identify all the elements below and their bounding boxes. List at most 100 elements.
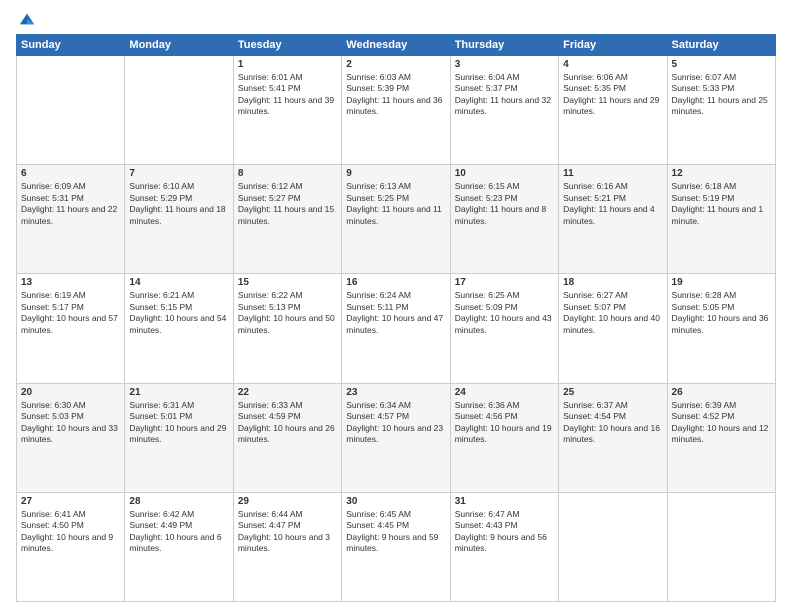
calendar-cell: 26 Sunrise: 6:39 AMSunset: 4:52 PMDayligh… — [667, 383, 775, 492]
calendar-cell: 21 Sunrise: 6:31 AMSunset: 5:01 PMDayligh… — [125, 383, 233, 492]
calendar-cell: 22 Sunrise: 6:33 AMSunset: 4:59 PMDayligh… — [233, 383, 341, 492]
calendar-cell: 4Sunrise: 6:06 AMSunset: 5:35 PMDaylight… — [559, 56, 667, 165]
day-info: Sunrise: 6:47 AMSunset: 4:43 PMDaylight:… — [455, 509, 554, 555]
weekday-header-saturday: Saturday — [667, 35, 775, 56]
day-number: 15 — [238, 277, 337, 288]
weekday-header-thursday: Thursday — [450, 35, 558, 56]
calendar-cell: 19 Sunrise: 6:28 AMSunset: 5:05 PMDayligh… — [667, 274, 775, 383]
day-info: Sunrise: 6:22 AMSunset: 5:13 PMDaylight:… — [238, 290, 337, 336]
day-info: Sunrise: 6:33 AMSunset: 4:59 PMDaylight:… — [238, 400, 337, 446]
calendar-week-row: 13 Sunrise: 6:19 AMSunset: 5:17 PMDayligh… — [17, 274, 776, 383]
day-number: 29 — [238, 496, 337, 507]
day-number: 16 — [346, 277, 445, 288]
calendar-cell: 13 Sunrise: 6:19 AMSunset: 5:17 PMDayligh… — [17, 274, 125, 383]
day-info: Sunrise: 6:03 AMSunset: 5:39 PMDaylight:… — [346, 72, 445, 118]
day-number: 30 — [346, 496, 445, 507]
day-number: 19 — [672, 277, 771, 288]
calendar-cell: 31 Sunrise: 6:47 AMSunset: 4:43 PMDayligh… — [450, 492, 558, 601]
day-info: Sunrise: 6:30 AMSunset: 5:03 PMDaylight:… — [21, 400, 120, 446]
calendar-cell: 5 Sunrise: 6:07 AMSunset: 5:33 PMDaylight… — [667, 56, 775, 165]
day-number: 13 — [21, 277, 120, 288]
calendar-cell: 15 Sunrise: 6:22 AMSunset: 5:13 PMDayligh… — [233, 274, 341, 383]
calendar-cell: 28 Sunrise: 6:42 AMSunset: 4:49 PMDayligh… — [125, 492, 233, 601]
day-info: Sunrise: 6:18 AMSunset: 5:19 PMDaylight:… — [672, 181, 771, 227]
day-number: 18 — [563, 277, 662, 288]
day-info: Sunrise: 6:13 AMSunset: 5:25 PMDaylight:… — [346, 181, 445, 227]
day-number: 24 — [455, 387, 554, 398]
day-number: 17 — [455, 277, 554, 288]
day-info: Sunrise: 6:41 AMSunset: 4:50 PMDaylight:… — [21, 509, 120, 555]
weekday-header-tuesday: Tuesday — [233, 35, 341, 56]
calendar-cell: 8 Sunrise: 6:12 AMSunset: 5:27 PMDaylight… — [233, 165, 341, 274]
day-number: 25 — [563, 387, 662, 398]
day-info: Sunrise: 6:45 AMSunset: 4:45 PMDaylight:… — [346, 509, 445, 555]
day-info: Sunrise: 6:04 AMSunset: 5:37 PMDaylight:… — [455, 72, 554, 118]
day-info: Sunrise: 6:39 AMSunset: 4:52 PMDaylight:… — [672, 400, 771, 446]
calendar-cell: 30 Sunrise: 6:45 AMSunset: 4:45 PMDayligh… — [342, 492, 450, 601]
day-info: Sunrise: 6:07 AMSunset: 5:33 PMDaylight:… — [672, 72, 771, 118]
calendar-week-row: 1 Sunrise: 6:01 AMSunset: 5:41 PMDaylight… — [17, 56, 776, 165]
calendar-week-row: 6Sunrise: 6:09 AMSunset: 5:31 PMDaylight… — [17, 165, 776, 274]
day-info: Sunrise: 6:42 AMSunset: 4:49 PMDaylight:… — [129, 509, 228, 555]
day-info: Sunrise: 6:28 AMSunset: 5:05 PMDaylight:… — [672, 290, 771, 336]
calendar-cell — [667, 492, 775, 601]
day-info: Sunrise: 6:31 AMSunset: 5:01 PMDaylight:… — [129, 400, 228, 446]
calendar-cell: 27Sunrise: 6:41 AMSunset: 4:50 PMDayligh… — [17, 492, 125, 601]
calendar-cell: 23 Sunrise: 6:34 AMSunset: 4:57 PMDayligh… — [342, 383, 450, 492]
day-number: 21 — [129, 387, 228, 398]
day-info: Sunrise: 6:01 AMSunset: 5:41 PMDaylight:… — [238, 72, 337, 118]
calendar-cell: 12 Sunrise: 6:18 AMSunset: 5:19 PMDayligh… — [667, 165, 775, 274]
calendar-cell: 16 Sunrise: 6:24 AMSunset: 5:11 PMDayligh… — [342, 274, 450, 383]
calendar-cell — [17, 56, 125, 165]
weekday-header-sunday: Sunday — [17, 35, 125, 56]
day-info: Sunrise: 6:21 AMSunset: 5:15 PMDaylight:… — [129, 290, 228, 336]
weekday-header-row: SundayMondayTuesdayWednesdayThursdayFrid… — [17, 35, 776, 56]
calendar-cell: 24 Sunrise: 6:36 AMSunset: 4:56 PMDayligh… — [450, 383, 558, 492]
weekday-header-monday: Monday — [125, 35, 233, 56]
day-info: Sunrise: 6:27 AMSunset: 5:07 PMDaylight:… — [563, 290, 662, 336]
day-number: 9 — [346, 168, 445, 179]
day-number: 8 — [238, 168, 337, 179]
day-info: Sunrise: 6:44 AMSunset: 4:47 PMDaylight:… — [238, 509, 337, 555]
day-number: 5 — [672, 59, 771, 70]
calendar-cell: 11Sunrise: 6:16 AMSunset: 5:21 PMDayligh… — [559, 165, 667, 274]
calendar-cell: 17 Sunrise: 6:25 AMSunset: 5:09 PMDayligh… — [450, 274, 558, 383]
day-number: 10 — [455, 168, 554, 179]
day-info: Sunrise: 6:16 AMSunset: 5:21 PMDaylight:… — [563, 181, 662, 227]
day-number: 12 — [672, 168, 771, 179]
day-info: Sunrise: 6:06 AMSunset: 5:35 PMDaylight:… — [563, 72, 662, 118]
logo-icon — [18, 10, 36, 28]
calendar-cell — [559, 492, 667, 601]
calendar-cell: 9 Sunrise: 6:13 AMSunset: 5:25 PMDaylight… — [342, 165, 450, 274]
day-number: 3 — [455, 59, 554, 70]
calendar-cell: 3 Sunrise: 6:04 AMSunset: 5:37 PMDaylight… — [450, 56, 558, 165]
day-info: Sunrise: 6:36 AMSunset: 4:56 PMDaylight:… — [455, 400, 554, 446]
calendar-cell: 14Sunrise: 6:21 AMSunset: 5:15 PMDayligh… — [125, 274, 233, 383]
day-info: Sunrise: 6:34 AMSunset: 4:57 PMDaylight:… — [346, 400, 445, 446]
calendar-cell: 1 Sunrise: 6:01 AMSunset: 5:41 PMDaylight… — [233, 56, 341, 165]
day-info: Sunrise: 6:19 AMSunset: 5:17 PMDaylight:… — [21, 290, 120, 336]
day-number: 23 — [346, 387, 445, 398]
day-number: 1 — [238, 59, 337, 70]
calendar-cell: 25Sunrise: 6:37 AMSunset: 4:54 PMDayligh… — [559, 383, 667, 492]
day-info: Sunrise: 6:12 AMSunset: 5:27 PMDaylight:… — [238, 181, 337, 227]
day-number: 22 — [238, 387, 337, 398]
calendar-cell: 18 Sunrise: 6:27 AMSunset: 5:07 PMDayligh… — [559, 274, 667, 383]
day-number: 28 — [129, 496, 228, 507]
calendar-week-row: 27Sunrise: 6:41 AMSunset: 4:50 PMDayligh… — [17, 492, 776, 601]
weekday-header-friday: Friday — [559, 35, 667, 56]
calendar-cell: 6Sunrise: 6:09 AMSunset: 5:31 PMDaylight… — [17, 165, 125, 274]
day-number: 31 — [455, 496, 554, 507]
page: SundayMondayTuesdayWednesdayThursdayFrid… — [0, 0, 792, 612]
logo — [16, 10, 36, 28]
day-info: Sunrise: 6:10 AMSunset: 5:29 PMDaylight:… — [129, 181, 228, 227]
header — [16, 10, 776, 28]
day-info: Sunrise: 6:15 AMSunset: 5:23 PMDaylight:… — [455, 181, 554, 227]
day-number: 20 — [21, 387, 120, 398]
day-info: Sunrise: 6:24 AMSunset: 5:11 PMDaylight:… — [346, 290, 445, 336]
day-info: Sunrise: 6:25 AMSunset: 5:09 PMDaylight:… — [455, 290, 554, 336]
day-number: 26 — [672, 387, 771, 398]
day-number: 2 — [346, 59, 445, 70]
day-number: 6 — [21, 168, 120, 179]
calendar-table: SundayMondayTuesdayWednesdayThursdayFrid… — [16, 34, 776, 602]
